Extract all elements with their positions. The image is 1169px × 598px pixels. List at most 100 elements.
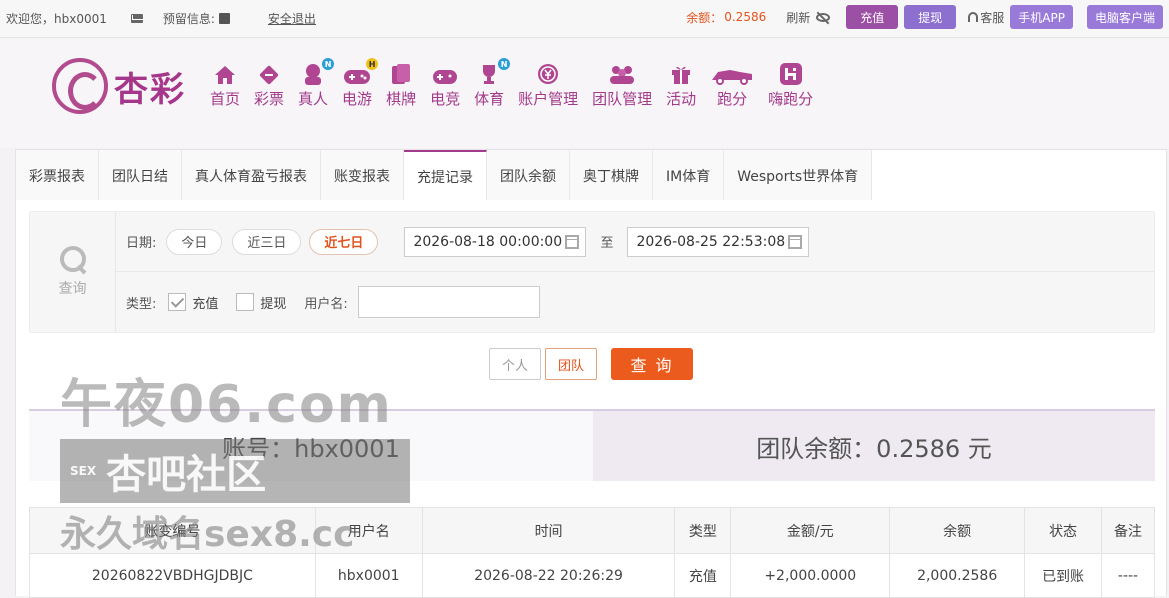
table-row[interactable]: 20260822VBDHGJDBJC hbx0001 2026-08-22 20… [29,553,1155,598]
nav-label: 首页 [210,90,241,108]
nav-item-esports[interactable]: 电竞 [430,60,460,109]
nav-item-sports[interactable]: N 体育 [474,58,511,109]
nav-item-team[interactable]: 团队管理 [592,60,652,109]
main-nav: 首页 彩票 N 真人 H 电游 棋牌 电竞 N 体育 账户管理 团队管理 活动 … [210,58,827,109]
nav-label: 团队管理 [592,90,653,108]
gift-icon [669,60,693,86]
reserve-info-label: 预留信息: [162,12,215,26]
customer-service-label: 客服 [980,10,1005,25]
col-header-remark: 备注 [1101,507,1155,554]
nav-item-hi-racing[interactable]: 嗨跑分 [768,60,813,109]
nav-label: 账户管理 [518,90,579,108]
personal-button[interactable]: 个人 [488,348,541,380]
mobile-app-button[interactable]: 手机APP [1010,5,1073,29]
nav-item-racing[interactable]: 跑分 [710,60,754,109]
tab-wesports[interactable]: Wesports世界体育 [724,150,873,201]
badge-new: N [322,58,335,70]
tab-live-sports-pnl[interactable]: 真人体育盈亏报表 [182,150,321,201]
balance-value: 0.2586 [724,10,767,24]
withdraw-button[interactable]: 提现 [904,5,957,29]
nav-item-live[interactable]: N 真人 [298,58,335,109]
nav-label: 棋牌 [386,90,417,108]
nav-item-lottery[interactable]: 彩票 [254,60,284,109]
username-label: 用户名: [304,296,348,312]
query-label: 查询 [58,281,87,297]
nav-item-slots[interactable]: H 电游 [342,58,379,109]
top-bar: 欢迎您，hbx0001 预留信息: 安全退出 余额： 0.2586 刷新 充值 … [0,0,1169,38]
nav-label: 活动 [666,90,697,108]
header: 杏彩 首页 彩票 N 真人 H 电游 棋牌 电竞 N 体育 账户管理 团队管理 … [0,38,1169,148]
range-today-button[interactable]: 今日 [166,228,223,255]
recharge-button[interactable]: 充值 [846,5,899,29]
table-header-row: 账变编号 用户名 时间 类型 金额/元 余额 状态 备注 [29,507,1155,554]
pc-client-button[interactable]: 电脑客户端 [1086,5,1163,29]
tab-lottery-report[interactable]: 彩票报表 [16,150,99,201]
query-button[interactable]: 查 询 [611,348,694,380]
cell-status: 已到账 [1024,553,1103,598]
logo-text: 杏彩 [114,69,186,110]
cell-username: hbx0001 [314,553,423,598]
logo-emblem-icon [52,58,108,114]
content-panel: 查询 日期: 今日 近三日 近七日 2026-08-18 00:00:00 至 … [15,200,1167,598]
tab-team-daily[interactable]: 团队日结 [99,150,182,201]
tab-deposit-withdraw[interactable]: 充提记录 [404,150,487,201]
tab-odin-chess[interactable]: 奥丁棋牌 [570,150,653,201]
badge-hot: H [366,58,379,70]
withdraw-checkbox-label: 提现 [260,296,287,312]
nav-item-account[interactable]: 账户管理 [518,60,578,109]
date-label: 日期: [126,236,157,251]
calendar-icon[interactable] [565,234,580,249]
col-header-type: 类型 [674,507,732,554]
tab-account-changes[interactable]: 账变报表 [321,150,404,201]
recharge-checkbox-label: 充值 [192,296,219,312]
refresh-link[interactable]: 刷新 [786,9,810,26]
site-logo[interactable]: 杏彩 [52,58,186,114]
range-7days-button[interactable]: 近七日 [309,228,379,255]
tab-im-sports[interactable]: IM体育 [653,150,725,201]
recharge-checkbox[interactable] [168,293,187,311]
balance-label: 余额： [686,10,723,25]
withdraw-checkbox[interactable] [236,293,255,311]
col-header-status: 状态 [1024,507,1103,554]
tab-team-balance[interactable]: 团队余额 [487,150,570,201]
cell-type: 充值 [674,553,732,598]
col-header-amount: 金额/元 [730,507,891,554]
logout-link[interactable]: 安全退出 [268,10,316,27]
welcome-text: 欢迎您，hbx0001 [6,12,107,26]
yen-coin-icon [536,60,560,86]
type-row: 类型: 充值 提现 用户名: [116,272,1154,332]
nav-item-promotions[interactable]: 活动 [666,60,696,109]
col-header-time: 时间 [421,507,676,554]
cell-id: 20260822VBDHGJDBJC [29,553,316,598]
username-input[interactable] [357,286,540,318]
filter-box: 查询 日期: 今日 近三日 近七日 2026-08-18 00:00:00 至 … [29,211,1155,333]
date-row: 日期: 今日 近三日 近七日 2026-08-18 00:00:00 至 202… [116,212,1154,272]
query-sidebar: 查询 [30,212,116,332]
race-car-icon [710,60,754,86]
nav-label: 彩票 [254,90,285,108]
summary-bar: 账号：hbx0001 团队余额：0.2586 元 [29,409,1155,481]
team-icon [608,60,636,86]
team-balance-summary: 团队余额：0.2586 元 [593,411,1155,481]
cards-icon [389,60,413,86]
account-summary: 账号：hbx0001 [29,411,593,481]
action-row: 个人 团队 查 询 [16,348,1166,380]
start-date-input[interactable]: 2026-08-18 00:00:00 [404,226,587,257]
team-button[interactable]: 团队 [545,348,598,380]
edit-icon[interactable] [218,13,230,24]
nav-item-home[interactable]: 首页 [210,60,240,109]
headset-icon [968,12,979,22]
range-3days-button[interactable]: 近三日 [232,228,302,255]
ticket-icon [257,60,281,86]
col-header-username: 用户名 [314,507,423,554]
nav-item-chess[interactable]: 棋牌 [386,60,416,109]
eye-hidden-icon[interactable] [816,12,831,22]
date-to-label: 至 [600,236,614,251]
mail-icon[interactable] [130,14,143,23]
calendar-icon[interactable] [788,234,803,249]
nav-label: 真人 [298,90,329,108]
end-date-input[interactable]: 2026-08-25 22:53:08 [627,226,810,257]
report-tabs: 彩票报表 团队日结 真人体育盈亏报表 账变报表 充提记录 团队余额 奥丁棋牌 I… [15,149,1167,201]
customer-service-link[interactable]: 客服 [968,9,1004,26]
end-date-value: 2026-08-25 22:53:08 [636,233,786,250]
